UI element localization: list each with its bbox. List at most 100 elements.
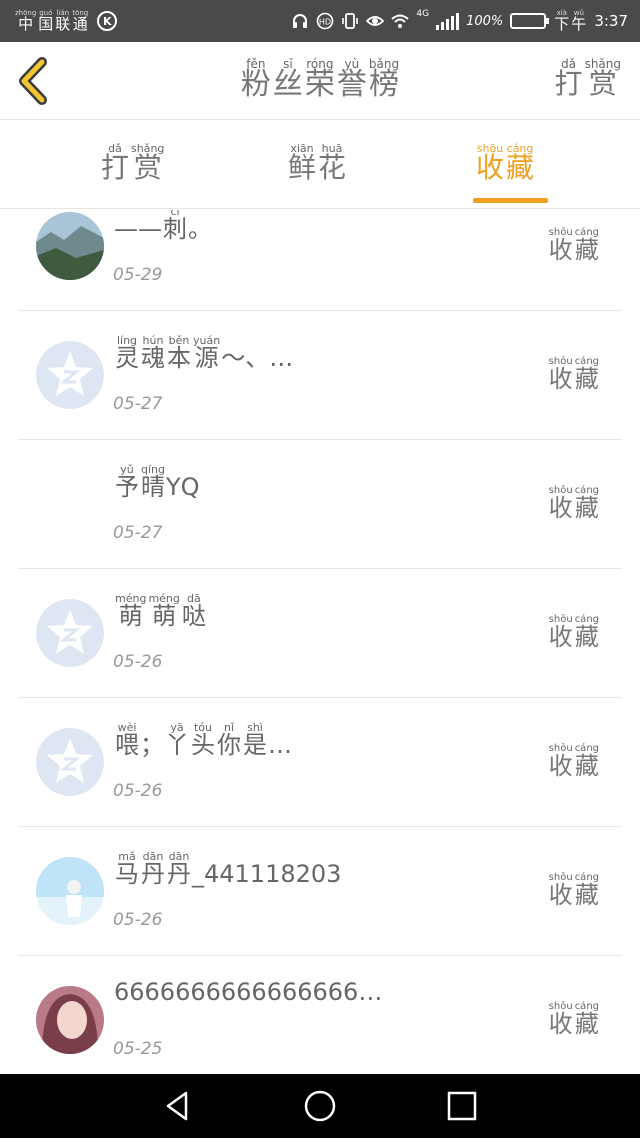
name-text: ～、… <box>221 344 294 372</box>
fan-name: wèi 喂； yā 丫 tóu 头 nǐ 你 shì 是… <box>114 722 292 757</box>
fan-row[interactable]: mǎ 马 dān 丹 dān 丹 _441118203 05-26 shōu 收 cáng 藏 <box>18 827 622 956</box>
collect-button[interactable]: shōu 收 cáng 藏 <box>548 744 600 780</box>
fan-row[interactable]: líng 灵 hún 魂 běn 本 yuán 源～、… 05-27 shōu 收 cáng 藏 <box>18 311 622 440</box>
wifi-icon <box>391 14 410 28</box>
hanzi: 收 <box>548 881 573 909</box>
hanzi: 打 <box>101 151 130 184</box>
hanzi: 荣 <box>304 67 335 102</box>
collect-button[interactable]: shōu 收 cáng 藏 <box>548 357 600 393</box>
fan-name: 6666666666666666… <box>114 980 382 1004</box>
fan-row[interactable]: yǔ 予 qíng 晴 YQ 05-27 shōu 收 cáng 藏 <box>18 440 622 569</box>
eye-icon <box>366 16 385 26</box>
page-title: fěn 粉 sī 丝 róng 荣 yù 誉 bǎng 榜 <box>0 58 640 100</box>
back-triangle-icon[interactable] <box>160 1088 196 1124</box>
tab-reward[interactable]: dǎ 打 shǎng 赏 <box>100 143 165 182</box>
avatar[interactable] <box>36 470 104 538</box>
hanzi: 源 <box>194 344 219 372</box>
ruby-char: shōu 收 <box>549 357 573 392</box>
avatar[interactable] <box>36 212 104 280</box>
hanzi: 藏 <box>574 236 599 264</box>
ruby-char: méng 萌 <box>115 593 146 628</box>
hanzi: 通 <box>72 15 88 33</box>
fan-row[interactable]: —— cì 刺。 05-29 shōu 收 cáng 藏 <box>18 210 622 311</box>
hanzi: 萌 <box>152 602 177 630</box>
reward-button[interactable]: dǎ 打 shǎng 赏 <box>554 58 622 98</box>
avatar[interactable] <box>36 341 104 409</box>
hanzi: 丫 <box>165 731 189 759</box>
network-type: 4G <box>416 9 430 19</box>
time-period: xià 下 wǔ 午 <box>553 10 587 32</box>
svg-text:HD: HD <box>319 18 331 27</box>
hanzi: 丹 <box>141 860 165 888</box>
hanzi: 藏 <box>574 623 599 651</box>
hanzi: 誉 <box>336 67 367 102</box>
ruby-char: méng 萌 <box>148 593 179 628</box>
ruby-char: shōu 收 <box>548 1002 573 1038</box>
ruby-char: yuán 源 <box>193 335 220 370</box>
battery-charging-icon <box>510 13 550 29</box>
fan-row[interactable]: wèi 喂； yā 丫 tóu 头 nǐ 你 shì 是… 05-26 shōu 收 cáng 藏 <box>18 698 622 827</box>
hanzi: 藏 <box>574 365 599 393</box>
ruby-char: shì 是 <box>243 722 267 757</box>
hanzi: 收 <box>548 623 573 651</box>
hanzi: 喂 <box>115 731 139 759</box>
fan-date: 05-25 <box>113 1039 163 1059</box>
hanzi: 收 <box>548 752 573 780</box>
ruby-char: shǎng 赏 <box>131 143 164 182</box>
ruby-char: yù 誉 <box>337 58 367 100</box>
ruby-char: qíng 晴 <box>141 464 165 499</box>
hanzi: 午 <box>571 15 587 33</box>
avatar[interactable] <box>36 857 104 925</box>
hanzi: 联 <box>55 15 71 33</box>
fan-row[interactable]: 6666666666666666… 05-25 shōu 收 cáng 藏 <box>18 956 622 1074</box>
collect-button[interactable]: shōu 收 cáng 藏 <box>548 615 600 651</box>
fan-name: líng 灵 hún 魂 běn 本 yuán 源～、… <box>114 335 293 370</box>
status-bar: zhōng 中 guó 国 lián 联 tōng 通 K HD 4G 100% xià 下 wǔ… <box>0 0 640 42</box>
collect-button[interactable]: shōu 收 cáng 藏 <box>548 1002 600 1038</box>
tab-flowers[interactable]: xiān 鲜 huā 花 <box>287 143 347 182</box>
name-text: ； <box>140 731 164 759</box>
avatar[interactable] <box>36 599 104 667</box>
name-text: 6666666666666666… <box>114 978 383 1006</box>
hanzi: 收 <box>548 1010 573 1038</box>
vibrate-icon <box>342 13 359 29</box>
collect-button[interactable]: shōu 收 cáng 藏 <box>548 486 600 521</box>
ruby-char: róng 荣 <box>305 58 335 100</box>
hanzi: 赏 <box>133 151 162 184</box>
hanzi: 鲜 <box>288 151 317 184</box>
recents-square-icon[interactable] <box>444 1088 480 1124</box>
hanzi: 粉 <box>240 67 271 102</box>
avatar[interactable] <box>36 986 104 1054</box>
signal-icon <box>436 12 460 30</box>
fan-date: 05-26 <box>113 910 163 930</box>
hanzi: 收 <box>476 151 505 184</box>
ruby-char: cáng 藏 <box>506 143 534 182</box>
clock: 3:37 <box>594 12 628 30</box>
ruby-char: shōu 收 <box>548 744 573 780</box>
collect-button[interactable]: shōu 收 cáng 藏 <box>548 228 600 264</box>
home-circle-icon[interactable] <box>302 1088 338 1124</box>
ruby-char: dān 丹 <box>141 851 165 886</box>
ruby-char: dān 丹 <box>167 851 191 886</box>
hanzi: 是 <box>243 731 267 759</box>
hanzi: 灵 <box>115 344 139 372</box>
collect-button[interactable]: shōu 收 cáng 藏 <box>548 873 600 909</box>
hd-call-icon: HD <box>317 12 334 30</box>
name-text: _441118203 <box>192 860 342 888</box>
fan-row[interactable]: méng 萌 méng 萌 dā 哒 05-26 shōu 收 cáng 藏 <box>18 569 622 698</box>
ruby-char: huā 花 <box>318 143 346 182</box>
hanzi: 予 <box>115 473 139 501</box>
hanzi: 你 <box>217 731 241 759</box>
ruby-char: líng 灵 <box>115 335 139 370</box>
ruby-char: yā 丫 <box>165 722 189 757</box>
hanzi: 榜 <box>368 67 399 102</box>
ruby-char: cì 刺 <box>163 210 187 241</box>
avatar[interactable] <box>36 728 104 796</box>
name-text: —— <box>114 215 162 243</box>
tab-collect[interactable]: shōu 收 cáng 藏 <box>475 143 535 182</box>
fan-list[interactable]: —— cì 刺。 05-29 shōu 收 cáng 藏 líng 灵 hún 魂 běn 本 yuán 源～… <box>0 210 640 1074</box>
ruby-char: tóu 头 <box>191 722 215 757</box>
ruby-char: cáng 藏 <box>574 228 599 264</box>
ruby-char: cáng 藏 <box>575 744 599 779</box>
ruby-char: cáng 藏 <box>574 357 599 393</box>
